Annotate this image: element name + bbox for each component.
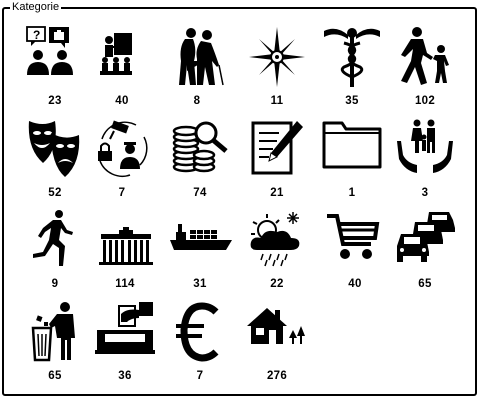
category-count: 7	[118, 187, 126, 199]
category-sports[interactable]: 9	[15, 208, 95, 303]
category-health[interactable]: 35	[312, 25, 392, 120]
category-count: 3	[421, 187, 429, 199]
category-social[interactable]: 3	[385, 117, 465, 212]
category-berlin[interactable]: 114	[85, 208, 165, 303]
category-count: 8	[193, 95, 201, 107]
person-waste-bin-icon	[31, 302, 75, 362]
euro-icon	[176, 302, 219, 362]
category-count: 102	[414, 95, 436, 107]
runner-icon	[33, 210, 73, 266]
category-count: 35	[345, 95, 359, 107]
fieldset-legend: Kategorie	[10, 1, 62, 14]
category-count: 40	[115, 95, 129, 107]
category-elections[interactable]: 36	[85, 300, 165, 395]
cargo-ship-icon	[170, 224, 232, 250]
category-weather[interactable]: 22	[237, 208, 317, 303]
category-general[interactable]: 1	[312, 117, 392, 212]
category-count: 65	[48, 370, 62, 382]
category-housing[interactable]: 276	[237, 300, 317, 395]
security-camera-police-icon	[98, 120, 148, 177]
ballot-box-icon	[95, 302, 155, 354]
presentation-icon	[100, 33, 132, 75]
category-presentation[interactable]: 40	[82, 25, 162, 120]
compass-rose-icon	[249, 27, 305, 87]
category-count: 21	[270, 187, 284, 199]
traffic-jam-icon	[397, 212, 455, 262]
theater-masks-icon	[28, 121, 80, 177]
category-count: 9	[51, 278, 59, 290]
category-traffic[interactable]: 65	[385, 208, 465, 303]
category-count: 65	[418, 278, 432, 290]
shopping-cart-icon	[327, 214, 380, 259]
consultation-icon: ?	[26, 26, 73, 75]
category-finance[interactable]: 74	[160, 117, 240, 212]
category-count: 36	[118, 370, 132, 382]
house-trees-icon	[247, 308, 305, 344]
folder-icon	[322, 121, 382, 169]
coins-magnifier-icon	[172, 121, 228, 173]
category-count: 74	[193, 187, 207, 199]
category-documents[interactable]: 21	[237, 117, 317, 212]
category-count: 22	[270, 278, 284, 290]
category-count: 11	[270, 95, 284, 107]
family-hands-icon	[397, 119, 453, 173]
category-waste[interactable]: 65	[15, 300, 95, 395]
category-security[interactable]: 7	[82, 117, 162, 212]
category-count: 31	[193, 278, 207, 290]
category-count: 7	[196, 370, 204, 382]
category-elderly[interactable]: 8	[157, 25, 237, 120]
category-economy[interactable]: 7	[160, 300, 240, 395]
category-transport[interactable]: 31	[160, 208, 240, 303]
category-count: 1	[348, 187, 356, 199]
weather-icon	[250, 212, 300, 267]
document-pencil-icon	[251, 121, 303, 175]
category-count: 40	[348, 278, 362, 290]
category-family[interactable]: 102	[385, 25, 465, 120]
category-shopping[interactable]: 40	[315, 208, 395, 303]
brandenburg-gate-icon	[99, 227, 153, 265]
category-count: 114	[115, 278, 135, 290]
svg-text:?: ?	[33, 28, 40, 42]
category-orientation[interactable]: 11	[237, 25, 317, 120]
category-count: 276	[266, 370, 288, 382]
caduceus-icon	[324, 28, 380, 87]
elderly-people-icon	[179, 28, 224, 86]
parent-child-icon	[401, 27, 449, 85]
